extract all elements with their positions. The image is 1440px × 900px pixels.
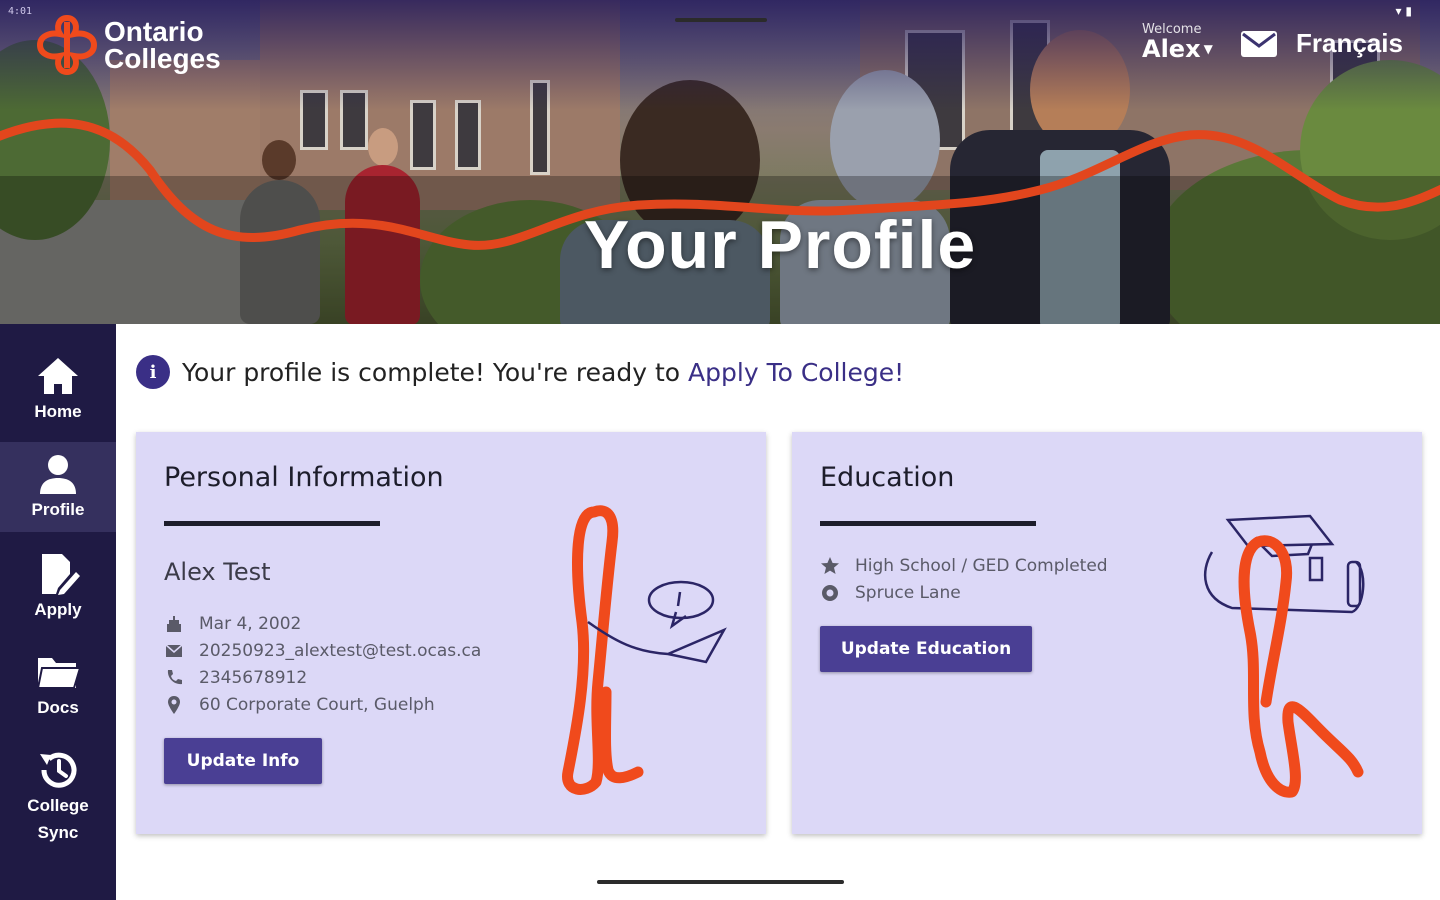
figure-with-laptop-illustration — [562, 505, 727, 795]
status-bar-time: 4:01 — [8, 6, 33, 17]
sidebar-item-label: Home — [34, 402, 82, 421]
welcome-label: Welcome — [1142, 22, 1202, 37]
card-title: Personal Information — [164, 462, 444, 493]
apply-to-college-link[interactable]: Apply To College! — [688, 358, 904, 387]
birthdate-row: Mar 4, 2002 — [164, 614, 301, 634]
cake-icon — [167, 616, 181, 632]
education-status-row: High School / GED Completed — [820, 556, 1108, 576]
user-menu[interactable]: Welcome Alex ▼ — [1142, 22, 1213, 63]
hero-banner: 4:01 ▾ ▮ Ontario Colleges Welcome Alex ▼… — [0, 0, 1440, 324]
sidebar-item-profile[interactable]: Profile — [0, 442, 116, 532]
graduate-figure-illustration — [1203, 514, 1365, 798]
logo-line-2: Colleges — [104, 43, 221, 74]
apply-icon — [42, 554, 80, 595]
sidebar-item-label: Docs — [37, 698, 79, 717]
school-row: Spruce Lane — [820, 583, 961, 603]
sidebar-nav: Home Profile Apply Docs College Sync — [0, 324, 116, 900]
sidebar-item-docs[interactable]: Docs — [0, 650, 116, 740]
school-value: Spruce Lane — [855, 583, 961, 603]
info-icon: i — [136, 355, 170, 389]
phone-row: 2345678912 — [164, 668, 307, 688]
user-name: Alex — [1142, 35, 1201, 63]
notch-indicator — [675, 18, 767, 22]
email-row: 20250923_alextest@test.ocas.ca — [164, 641, 481, 661]
education-card: Education High School / GED Completed Sp… — [792, 432, 1422, 834]
radio-circle-icon — [822, 585, 838, 601]
address-value: 60 Corporate Court, Guelph — [199, 695, 435, 715]
update-info-button[interactable]: Update Info — [164, 738, 322, 784]
folder-icon — [36, 658, 80, 689]
sidebar-item-college-sync[interactable]: College Sync — [0, 748, 116, 848]
sidebar-item-label-line-2: Sync — [37, 823, 79, 842]
page-title: Your Profile — [583, 207, 977, 283]
gesture-navigation-bar — [597, 880, 844, 884]
address-row: 60 Corporate Court, Guelph — [164, 695, 435, 715]
status-bar-icons: ▾ ▮ — [1395, 4, 1412, 18]
profile-name: Alex Test — [164, 558, 271, 586]
ontario-colleges-logo[interactable]: Ontario Colleges — [36, 14, 221, 76]
phone-icon — [167, 670, 182, 685]
location-pin-icon — [168, 696, 180, 714]
update-education-button[interactable]: Update Education — [820, 626, 1032, 672]
profile-complete-notice: i Your profile is complete! You're ready… — [136, 355, 904, 389]
card-title: Education — [820, 462, 955, 493]
title-divider — [164, 521, 380, 526]
phone-value: 2345678912 — [199, 668, 308, 688]
logo-line-1: Ontario — [104, 16, 204, 47]
sidebar-item-apply[interactable]: Apply — [0, 552, 116, 642]
sidebar-item-home[interactable]: Home — [0, 354, 116, 444]
birthdate-value: Mar 4, 2002 — [199, 614, 302, 634]
language-toggle-link[interactable]: Français — [1296, 28, 1403, 59]
envelope-icon — [165, 644, 183, 657]
home-icon — [38, 358, 78, 394]
sidebar-item-label: Profile — [31, 500, 85, 519]
star-icon — [821, 557, 839, 574]
chevron-down-icon: ▼ — [1203, 42, 1213, 56]
logo-mark-icon — [36, 14, 98, 76]
email-value: 20250923_alextest@test.ocas.ca — [199, 641, 482, 661]
mail-icon[interactable] — [1240, 30, 1278, 58]
education-status-value: High School / GED Completed — [855, 556, 1108, 576]
personal-information-card: Personal Information Alex Test Mar 4, 20… — [136, 432, 766, 834]
history-icon — [40, 752, 77, 788]
user-icon — [40, 455, 76, 494]
sidebar-item-label: Apply — [34, 600, 82, 619]
notice-text: Your profile is complete! You're ready t… — [182, 357, 681, 387]
sidebar-item-label: College — [27, 796, 89, 815]
title-divider — [820, 521, 1036, 526]
